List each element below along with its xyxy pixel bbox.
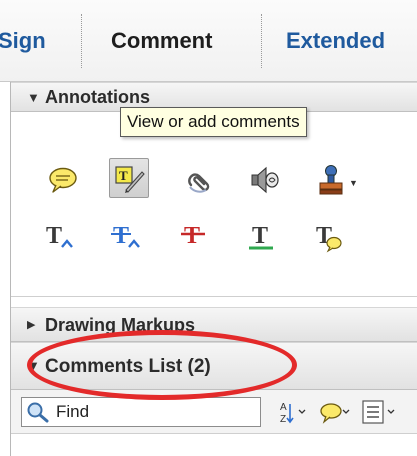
tab-comment[interactable]: Comment bbox=[111, 0, 212, 82]
collapsed-triangle-icon: ▶ bbox=[27, 319, 36, 331]
filter-comments-button[interactable] bbox=[319, 398, 353, 426]
comments-list-toolbar: Find A Z bbox=[11, 390, 417, 434]
insert-text-icon[interactable]: T bbox=[41, 217, 81, 257]
annotations-title: Annotations bbox=[45, 87, 150, 107]
find-input[interactable]: Find bbox=[21, 397, 261, 427]
find-label: Find bbox=[56, 402, 90, 421]
tab-divider bbox=[261, 14, 262, 68]
strikethrough-icon[interactable]: T bbox=[175, 217, 215, 257]
sort-button[interactable]: A Z bbox=[279, 398, 311, 426]
svg-text:T: T bbox=[252, 223, 268, 249]
replace-text-icon[interactable]: T bbox=[108, 217, 148, 257]
tool-tab-strip: Sign Comment Extended bbox=[0, 0, 417, 82]
svg-text:T: T bbox=[113, 223, 129, 249]
chevron-down-icon[interactable]: ▼ bbox=[349, 178, 358, 188]
tooltip: View or add comments bbox=[120, 107, 307, 137]
attach-file-icon[interactable] bbox=[179, 160, 219, 200]
comments-list-title: Comments List (2) bbox=[45, 356, 211, 377]
section-divider bbox=[11, 296, 417, 297]
comment-panel: ▼ Annotations View or add comments T ▼ T… bbox=[10, 82, 417, 456]
expanded-triangle-icon: ▼ bbox=[27, 90, 40, 105]
svg-text:T: T bbox=[184, 223, 200, 249]
options-list-button[interactable] bbox=[361, 398, 401, 426]
stamp-icon[interactable] bbox=[311, 160, 351, 200]
svg-text:Z: Z bbox=[280, 414, 286, 425]
text-comment-icon[interactable]: T bbox=[309, 217, 349, 257]
drawing-markups-title: Drawing Markups bbox=[45, 315, 196, 335]
sticky-note-icon[interactable] bbox=[43, 160, 83, 200]
tab-sign[interactable]: Sign bbox=[0, 0, 46, 82]
comments-list-section-header[interactable]: ▼ Comments List (2) bbox=[11, 342, 417, 390]
svg-text:T: T bbox=[46, 223, 62, 249]
tab-divider bbox=[81, 14, 82, 68]
highlight-text-icon[interactable]: T bbox=[109, 158, 149, 198]
record-audio-icon[interactable] bbox=[245, 160, 285, 200]
search-icon bbox=[26, 401, 50, 428]
expanded-triangle-icon: ▼ bbox=[27, 358, 40, 373]
svg-text:A: A bbox=[280, 402, 287, 413]
tab-extended[interactable]: Extended bbox=[286, 0, 385, 82]
underline-icon[interactable]: T bbox=[243, 217, 283, 257]
svg-text:T: T bbox=[119, 168, 128, 183]
drawing-markups-section-header[interactable]: ▶ Drawing Markups bbox=[11, 307, 417, 342]
